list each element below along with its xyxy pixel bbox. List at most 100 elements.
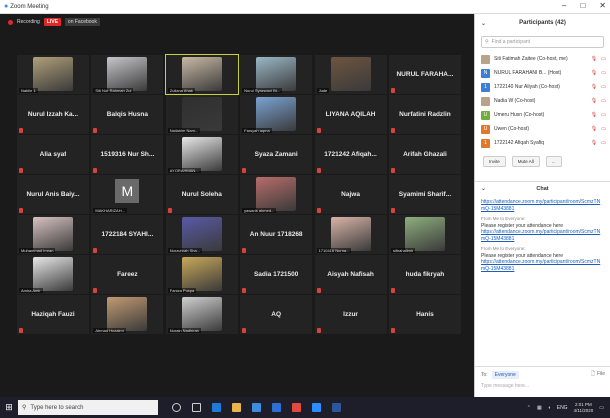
participant-tile[interactable]: Nurain Nadhirah	[165, 295, 238, 334]
recipient-select[interactable]: Everyone	[491, 371, 519, 379]
participant-search-input[interactable]: ⚲ Find a participant	[481, 36, 604, 48]
participant-row[interactable]: Siti Fatimah Zaitee (Co-host, me) 🎙 ▭	[475, 52, 610, 66]
participant-tile[interactable]: Nurul Izzah Ka...	[17, 95, 89, 134]
invite-button[interactable]: Invite	[483, 156, 506, 167]
chevron-down-icon[interactable]: ⌄	[481, 20, 486, 27]
participant-tile[interactable]: Haziqah Fauzi	[17, 295, 89, 334]
participant-tile[interactable]: yawaris ahmed...	[240, 175, 313, 214]
participant-status-icons: 🎙 ▭	[591, 112, 606, 118]
file-explorer-icon[interactable]	[232, 403, 241, 412]
store-icon[interactable]	[252, 403, 261, 412]
chevron-up-icon[interactable]: ⌃	[527, 405, 531, 411]
participant-tile[interactable]: sithahalimh	[388, 215, 461, 254]
participant-tile[interactable]: Zuliana Ahak	[164, 54, 239, 95]
participant-tile[interactable]: Amira Amir	[17, 255, 89, 294]
participant-row[interactable]: 1 1722140 Nur Aliyah (Co-host) 🎙 ▭	[475, 80, 610, 94]
zoom-icon[interactable]	[312, 403, 321, 412]
participant-tile[interactable]: An Nuur 1718268	[240, 215, 313, 254]
participant-tile[interactable]: Syamimi Sharif...	[388, 175, 461, 214]
avatar: N	[481, 68, 490, 78]
participant-caption: Farsyah aqma	[242, 127, 272, 133]
participant-tile[interactable]: AYORAHMAN...	[165, 135, 238, 174]
mail-icon[interactable]	[272, 403, 281, 412]
live-badge[interactable]: LIVE	[43, 18, 61, 26]
participant-row[interactable]: U Uwen (Co-host) 🎙 ▭	[475, 122, 610, 136]
mic-muted-icon	[93, 287, 98, 293]
participant-row[interactable]: 1 1722142 Afiqah Syafiq 🎙 ▭	[475, 136, 610, 150]
word-icon[interactable]	[332, 403, 341, 412]
participant-row[interactable]: N NURUL FARAHANI B... (Host) 🎙 ▭	[475, 66, 610, 80]
taskbar-search-box[interactable]: ⚲ Type here to search	[18, 400, 158, 415]
windows-start-button[interactable]: ⊞	[0, 397, 18, 418]
participant-tile[interactable]: Fareez	[91, 255, 164, 294]
participant-tile[interactable]: LIYANA AQILAH	[314, 95, 387, 134]
participant-tile[interactable]: Balqis Husna	[91, 95, 164, 134]
participant-tile[interactable]: Nurul Soleha	[165, 175, 238, 214]
participant-tile[interactable]: Jude	[314, 55, 387, 94]
participant-tile[interactable]: Syaza Zamani	[240, 135, 313, 174]
participant-tile[interactable]: AQ	[240, 295, 313, 334]
participant-tile[interactable]: Muhammad Imran	[17, 215, 89, 254]
participant-tile[interactable]: Hanis	[388, 295, 461, 334]
attendance-link[interactable]: https://attendance.zoom.my/participant/r…	[481, 229, 604, 242]
participants-header: ⌄ Participants (42)	[475, 14, 610, 32]
file-button[interactable]: 🗋 File	[591, 371, 605, 379]
task-view-icon[interactable]	[192, 403, 201, 412]
participant-tile[interactable]: M MAKHARIZAH...	[91, 175, 164, 214]
video-feed	[256, 177, 297, 211]
maximize-button[interactable]: □	[580, 1, 585, 10]
participant-caption: sithahalimh	[390, 247, 416, 253]
participant-tile[interactable]: Arifah Ghazali	[388, 135, 461, 174]
participant-tile[interactable]: 1710416 Nurna...	[314, 215, 387, 254]
edge-icon[interactable]	[212, 403, 221, 412]
participant-caption: Nurain Nadhirah	[167, 327, 201, 333]
participant-tile[interactable]: 1721242 Afiqah...	[314, 135, 387, 174]
participant-tile[interactable]: Farsyah aqma	[240, 95, 313, 134]
minimize-button[interactable]: –	[562, 1, 566, 10]
participant-tile[interactable]: Nabile 1	[17, 55, 89, 94]
participant-tile[interactable]: Siti Nor Rahmah Zul	[91, 55, 164, 94]
participant-tile[interactable]: Izzur	[314, 295, 387, 334]
video-off-icon: ▭	[601, 126, 606, 132]
participant-tile[interactable]: Ahmad Huzaimi	[91, 295, 164, 334]
participant-tile[interactable]: huda fikryah	[388, 255, 461, 294]
participant-name: Aisyah Nafisah	[327, 270, 374, 278]
participant-tile[interactable]: Nailahim Nam...	[165, 95, 238, 134]
participant-row[interactable]: U Umeru Husn (Co-host) 🎙 ▭	[475, 108, 610, 122]
more-options-button[interactable]: ...	[545, 156, 562, 167]
chat-messages: https://attendance.zoom.my/participant/r…	[475, 195, 610, 280]
chevron-down-icon[interactable]: ⌄	[481, 185, 486, 192]
network-icon[interactable]: ▦	[537, 405, 542, 411]
mute-all-button[interactable]: Mute All	[511, 156, 540, 167]
video-feed	[256, 97, 297, 131]
participant-tile[interactable]: Faniza Puspa	[165, 255, 238, 294]
clock[interactable]: 2:01 PM 4/11/2020	[574, 402, 594, 413]
cortana-icon[interactable]	[172, 403, 181, 412]
participant-tile[interactable]: Alia syaf	[17, 135, 89, 174]
participant-name: Arifah Ghazali	[403, 150, 447, 158]
participant-tile[interactable]: NURUL FARAHA...	[388, 55, 461, 94]
chrome-icon[interactable]	[292, 403, 301, 412]
participant-tile[interactable]: Aisyah Nafisah	[314, 255, 387, 294]
language-indicator[interactable]: ENG	[557, 405, 568, 411]
video-off-icon: ▭	[601, 112, 606, 118]
mic-muted-icon	[167, 207, 172, 213]
participant-tile[interactable]: Nurfatini Radzlin	[388, 95, 461, 134]
chat-message-input[interactable]: Type message here...	[481, 383, 605, 389]
participant-tile[interactable]: Najwa	[314, 175, 387, 214]
volume-icon[interactable]: ◖	[548, 405, 551, 411]
participant-tile[interactable]: 1722184 SYAHI...	[91, 215, 164, 254]
attendance-link[interactable]: https://attendance.zoom.my/participant/r…	[481, 259, 604, 272]
notification-icon[interactable]: ▭	[599, 405, 604, 411]
close-button[interactable]: ✕	[599, 1, 606, 10]
mic-muted-icon	[242, 167, 247, 173]
mic-muted-icon: 🎙	[590, 126, 598, 132]
participant-tile[interactable]: 1519316 Nur Sh...	[91, 135, 164, 174]
participant-tile[interactable]: Sadia 1721500	[240, 255, 313, 294]
attendance-link[interactable]: https://attendance.zoom.my/participant/r…	[481, 199, 604, 212]
participant-tile[interactable]: Nurul Anis Baiy...	[17, 175, 89, 214]
participant-row[interactable]: Nadia W (Co-host) 🎙 ▭	[475, 94, 610, 108]
participant-name: Sadia 1721500	[253, 270, 299, 278]
participant-tile[interactable]: Nurul Syazwani Bt...	[240, 55, 313, 94]
participant-tile[interactable]: Nurzuhrah Sha...	[165, 215, 238, 254]
